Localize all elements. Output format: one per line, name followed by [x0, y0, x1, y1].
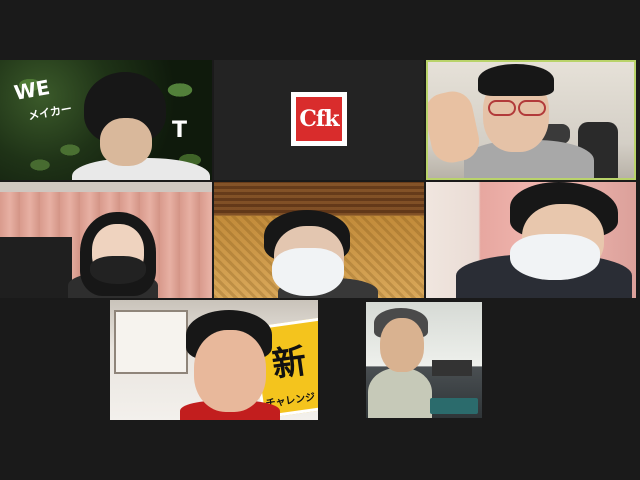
- video-tile-3-active-speaker[interactable]: [426, 60, 636, 180]
- white-face-mask: [510, 234, 600, 280]
- video-tile-6[interactable]: [426, 182, 636, 298]
- video-tile-4[interactable]: [0, 182, 212, 298]
- office-window: [114, 310, 188, 374]
- video-tile-8[interactable]: [366, 302, 482, 418]
- video-tile-7[interactable]: 新 チャレンジ: [110, 300, 318, 420]
- glasses-icon: [488, 100, 516, 116]
- tv-screen: [0, 237, 72, 298]
- sign-text-right: T: [172, 118, 188, 143]
- black-face-mask: [90, 256, 146, 284]
- monitor: [432, 360, 472, 376]
- white-face-mask: [272, 248, 344, 296]
- window-frame: [0, 182, 212, 192]
- video-tile-5[interactable]: [214, 182, 424, 298]
- participant-face: [100, 118, 152, 166]
- video-tile-2[interactable]: Cfk: [214, 60, 424, 180]
- participant-face: [380, 318, 424, 372]
- participant-face: [194, 330, 266, 412]
- glasses-icon-right: [518, 100, 546, 116]
- participant-hair: [478, 64, 554, 96]
- sign-text-main: 新: [269, 341, 309, 386]
- participant-body: [368, 368, 432, 418]
- video-tile-1[interactable]: WE メイカー T: [0, 60, 212, 180]
- desk-equipment: [430, 398, 478, 414]
- cfk-logo: Cfk: [296, 97, 342, 141]
- logo-card: Cfk: [291, 92, 347, 146]
